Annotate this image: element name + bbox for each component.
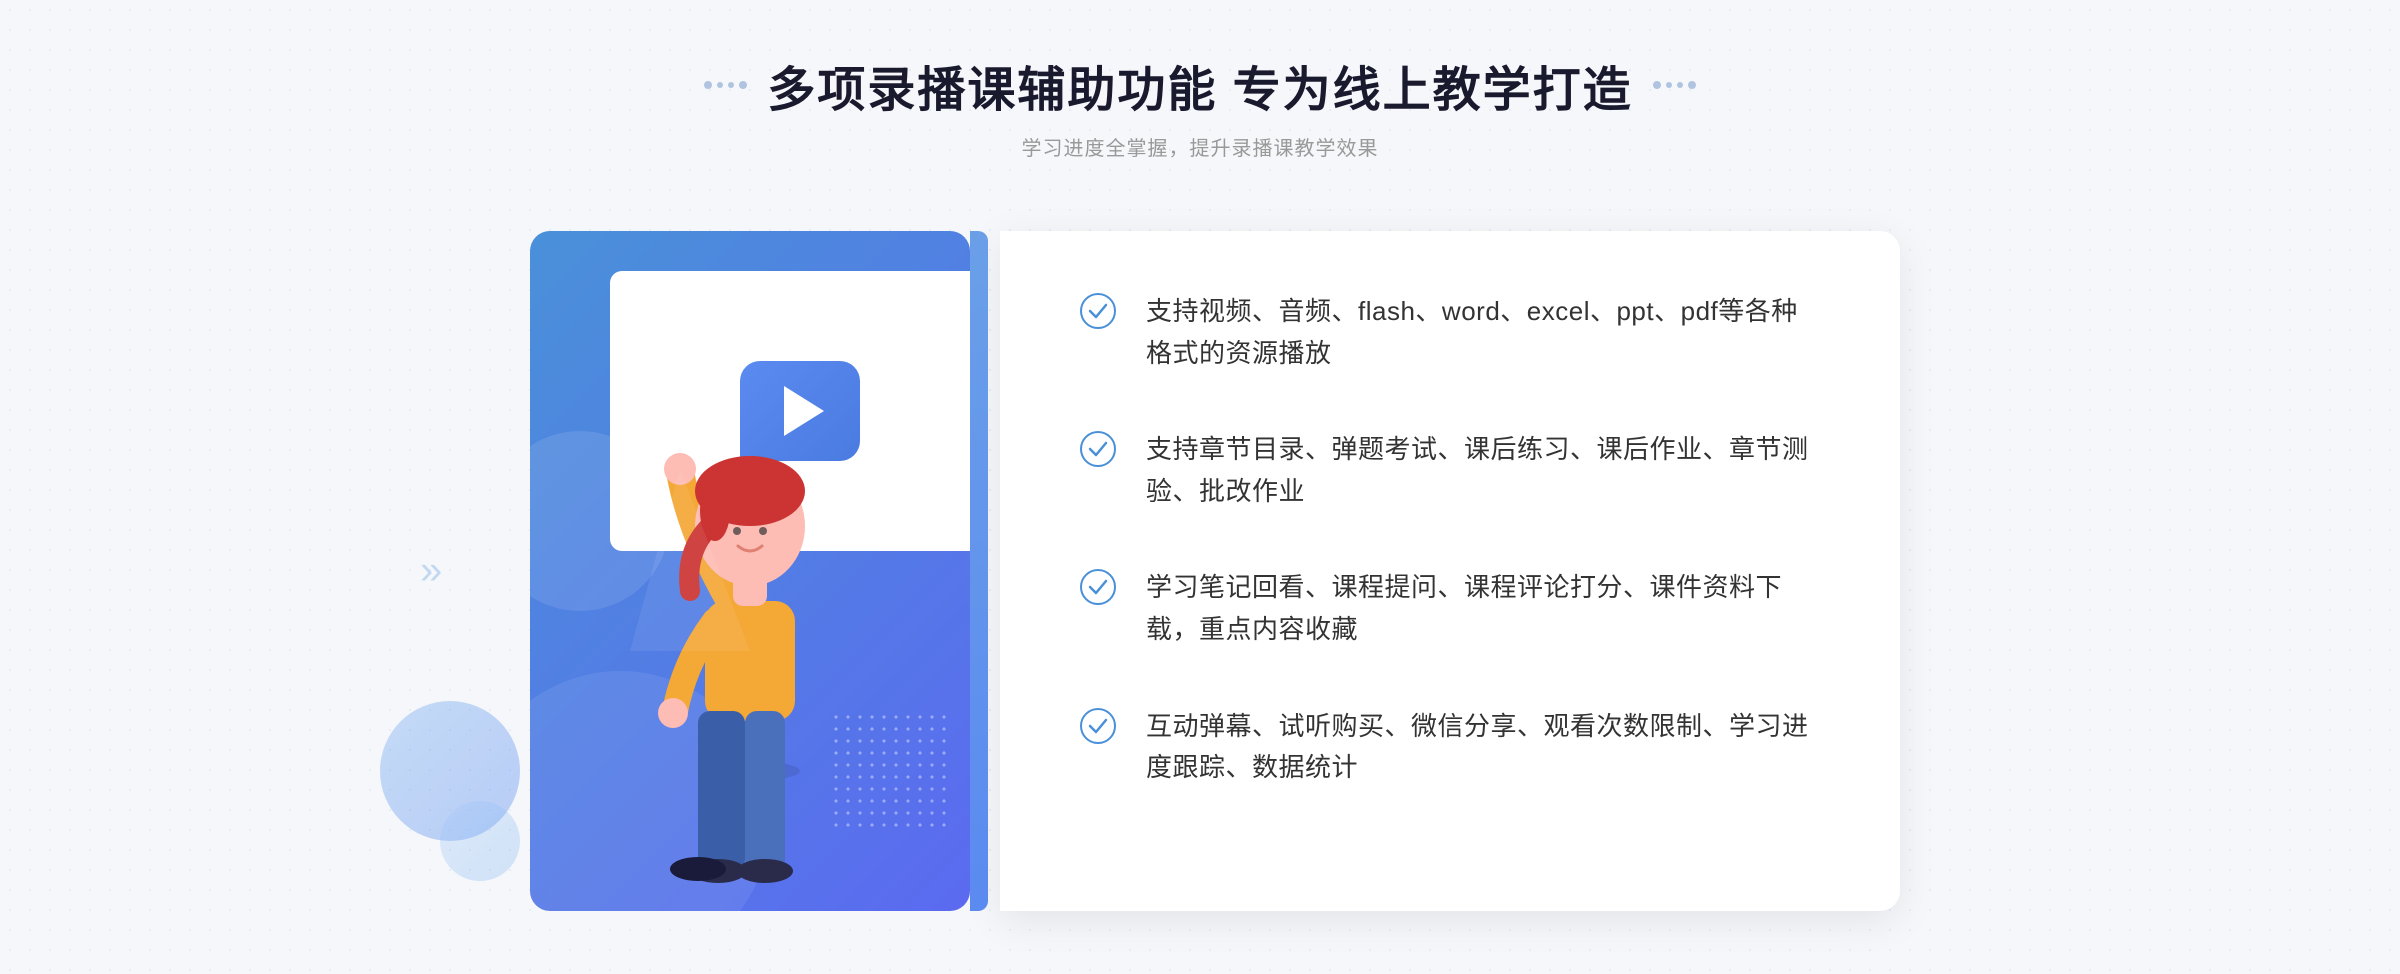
title-row: 多项录播课辅助功能 专为线上教学打造 [704, 50, 1695, 120]
dot-2 [717, 82, 723, 88]
illustration-area: ✦ ✦ [500, 201, 1000, 941]
features-panel: 支持视频、音频、flash、word、excel、ppt、pdf等各种格式的资源… [1000, 231, 1900, 911]
star-2: ✦ [855, 336, 865, 350]
check-icon-1 [1080, 293, 1116, 329]
feature-item-1: 支持视频、音频、flash、word、excel、ppt、pdf等各种格式的资源… [1080, 291, 1820, 374]
character-illustration [590, 351, 910, 911]
content-area: » ✦ ✦ [500, 201, 1900, 941]
dot-6 [1666, 82, 1672, 88]
character-svg [590, 351, 910, 911]
feature-text-4: 互动弹幕、试听购买、微信分享、观看次数限制、学习进度跟踪、数据统计 [1146, 706, 1820, 789]
feature-item-3: 学习笔记回看、课程提问、课程评论打分、课件资料下载，重点内容收藏 [1080, 567, 1820, 650]
title-right-dots [1653, 81, 1696, 89]
dot-4 [739, 81, 747, 89]
dot-1 [704, 81, 712, 89]
feature-item-4: 互动弹幕、试听购买、微信分享、观看次数限制、学习进度跟踪、数据统计 [1080, 706, 1820, 789]
main-title: 多项录播课辅助功能 专为线上教学打造 [767, 50, 1632, 120]
feature-item-2: 支持章节目录、弹题考试、课后练习、课后作业、章节测验、批改作业 [1080, 429, 1820, 512]
feature-text-2: 支持章节目录、弹题考试、课后练习、课后作业、章节测验、批改作业 [1146, 429, 1820, 512]
dot-7 [1677, 82, 1683, 88]
check-icon-4 [1080, 708, 1116, 744]
page-container: 多项录播课辅助功能 专为线上教学打造 学习进度全掌握，提升录播课教学效果 » [0, 0, 2400, 974]
left-chevrons: » [420, 549, 442, 594]
check-icon-2 [1080, 431, 1116, 467]
chevron-left-icon: » [420, 549, 442, 593]
feature-text-1: 支持视频、音频、flash、word、excel、ppt、pdf等各种格式的资源… [1146, 291, 1820, 374]
title-left-dots [704, 81, 747, 89]
feature-text-3: 学习笔记回看、课程提问、课程评论打分、课件资料下载，重点内容收藏 [1146, 567, 1820, 650]
header-section: 多项录播课辅助功能 专为线上教学打造 学习进度全掌握，提升录播课教学效果 [704, 50, 1695, 161]
subtitle: 学习进度全掌握，提升录播课教学效果 [1022, 132, 1379, 161]
check-icon-3 [1080, 569, 1116, 605]
dot-3 [728, 82, 734, 88]
dot-5 [1653, 81, 1661, 89]
connector-stripe [970, 231, 988, 911]
blue-card: ✦ ✦ [530, 231, 970, 911]
dot-8 [1688, 81, 1696, 89]
